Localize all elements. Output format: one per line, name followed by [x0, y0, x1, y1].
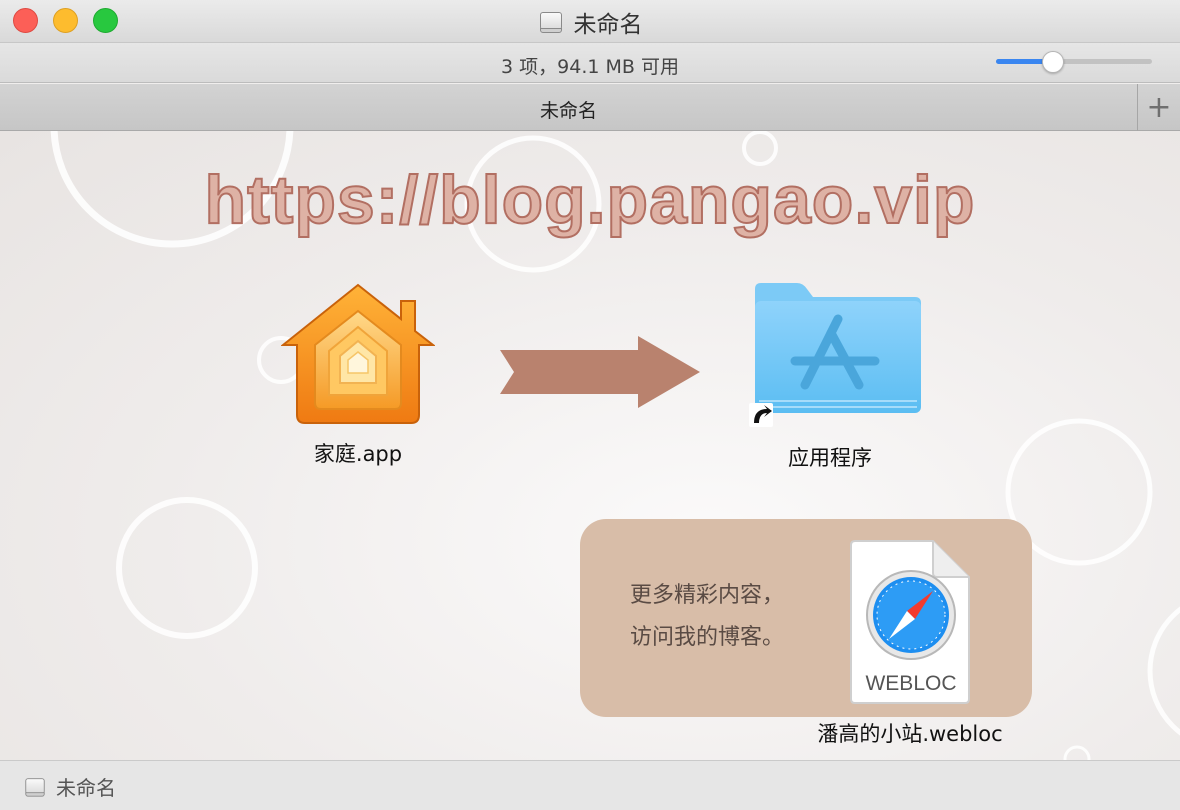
- path-item[interactable]: 未命名: [22, 772, 116, 801]
- disk-icon: [538, 9, 564, 35]
- slider-knob[interactable]: [1041, 51, 1064, 73]
- title-bar[interactable]: 未命名: [0, 0, 1180, 43]
- finder-window: 未命名 3 项，94.1 MB 可用 未命名 + https://blog.pa…: [0, 0, 1180, 810]
- tab-bar: 未命名 +: [0, 84, 1180, 131]
- blog-url-watermark: https://blog.pangao.vip: [204, 161, 976, 239]
- alias-arrow-icon: [749, 403, 773, 427]
- add-tab-button[interactable]: +: [1137, 84, 1180, 131]
- path-bar: 未命名: [0, 760, 1180, 810]
- promo-text: 更多精彩内容， 访问我的博客。: [630, 575, 784, 659]
- applications-folder-icon: [749, 283, 921, 427]
- webloc-file-icon: WEBLOC: [850, 540, 970, 704]
- tab-untitled[interactable]: 未命名: [0, 96, 1137, 123]
- applications-folder-item[interactable]: 应用程序: [730, 281, 930, 472]
- webloc-file-label: 潘高的小站.webloc: [817, 722, 1003, 746]
- webloc-badge-text: WEBLOC: [865, 672, 956, 695]
- home-app-label: 家庭.app: [313, 442, 403, 466]
- promo-line-1: 更多精彩内容，: [630, 583, 785, 608]
- window-title: 未命名: [573, 11, 643, 38]
- disk-icon: [24, 775, 47, 798]
- home-app-item[interactable]: 家庭.app: [268, 281, 448, 468]
- install-arrow-graphic: [500, 336, 700, 408]
- compass-icon: [866, 570, 956, 660]
- home-app-icon: [280, 283, 436, 424]
- finder-content: https://blog.pangao.vip 家庭.app 应用程序 更多精彩…: [0, 131, 1180, 760]
- icon-size-slider[interactable]: [996, 51, 1152, 73]
- promo-line-2: 访问我的博客。: [630, 625, 785, 650]
- window-title-group: 未命名: [0, 0, 1180, 43]
- applications-folder-label: 应用程序: [788, 446, 872, 470]
- path-label: 未命名: [56, 776, 116, 800]
- webloc-file-item[interactable]: WEBLOC 潘高的小站.webloc: [790, 539, 1030, 748]
